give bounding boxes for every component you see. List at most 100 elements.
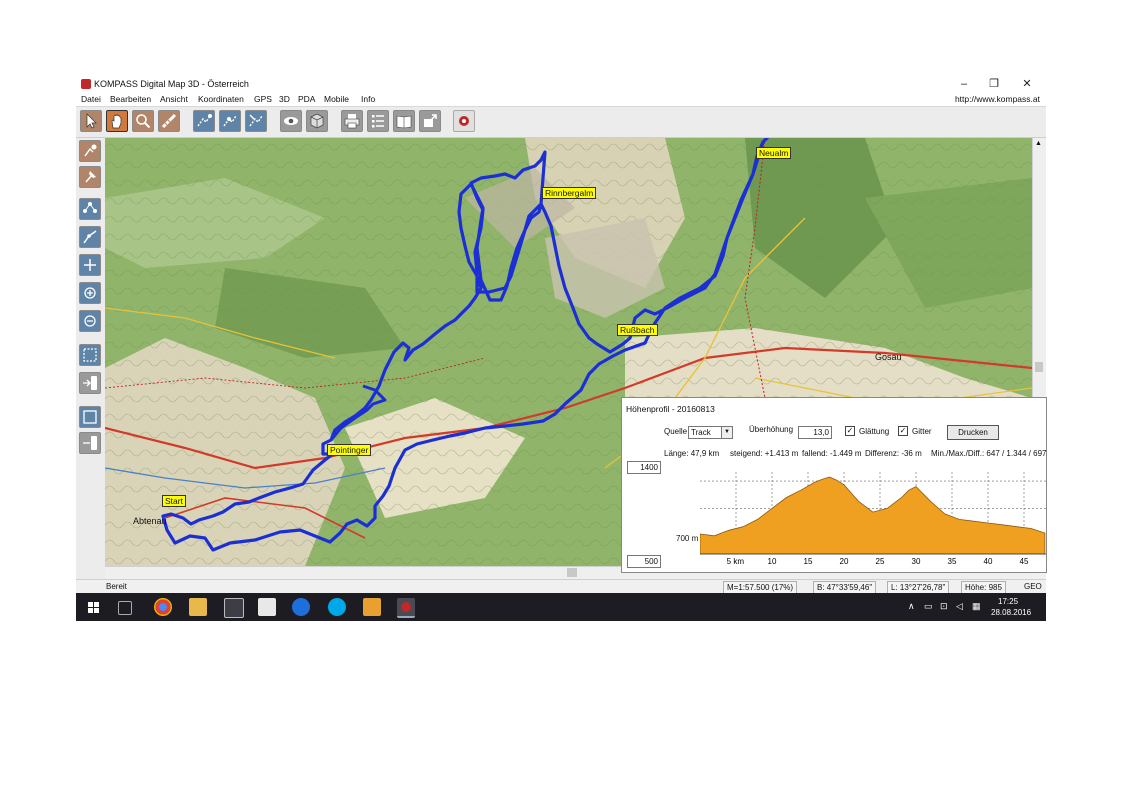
track-split-button[interactable]	[79, 254, 101, 276]
view-button[interactable]	[280, 110, 302, 132]
solitaire-icon[interactable]	[258, 598, 276, 616]
3d-view-button[interactable]	[306, 110, 328, 132]
stat-minmax: Min./Max./Diff.: 647 / 1.344 / 697	[931, 449, 1047, 458]
minimize-button[interactable]: –	[952, 77, 976, 91]
toolbar	[76, 107, 1046, 138]
status-bar: Bereit M=1:57.500 (17%) B: 47°33'59,46" …	[76, 579, 1046, 594]
menu-gps[interactable]: GPS	[254, 94, 272, 104]
place-abtenau: Abtenau	[133, 516, 167, 526]
route-icon	[197, 114, 212, 127]
menu-koordinaten[interactable]: Koordinaten	[198, 94, 244, 104]
store-icon[interactable]	[224, 598, 244, 618]
book-icon	[396, 115, 412, 129]
tray-device-icon[interactable]: ▭	[924, 601, 933, 612]
zoom-tool-button[interactable]	[132, 110, 154, 132]
menu-info[interactable]: Info	[361, 94, 375, 104]
internet-explorer-icon[interactable]	[292, 598, 310, 616]
menu-datei[interactable]: Datei	[81, 94, 101, 104]
y-max-input[interactable]: 1400	[627, 461, 661, 474]
x-tick-label: 15	[804, 557, 813, 566]
map-label-pointinger[interactable]: Pointinger	[327, 444, 372, 456]
stat-descent: fallend: -1.449 m	[802, 449, 862, 458]
route-delete-button[interactable]	[245, 110, 267, 132]
scroll-up-icon[interactable]: ▲	[1035, 140, 1042, 147]
pointer-tool-button[interactable]	[80, 110, 102, 132]
clock-date[interactable]: 28.08.2016	[991, 608, 1031, 617]
horizontal-scroll-thumb[interactable]	[567, 568, 577, 577]
tray-volume-icon[interactable]: ◁	[956, 601, 963, 612]
select-area-button[interactable]	[79, 344, 101, 366]
hand-tool-button[interactable]	[106, 110, 128, 132]
windows-start-icon[interactable]	[88, 602, 99, 613]
map-label-neualm[interactable]: Neualm	[756, 147, 792, 159]
pointer-icon	[86, 113, 97, 129]
menu-mobile[interactable]: Mobile	[324, 94, 349, 104]
menu-3d[interactable]: 3D	[279, 94, 290, 104]
device-export-icon	[83, 436, 97, 450]
y-min-input[interactable]: 500	[627, 555, 661, 568]
print-icon	[344, 114, 360, 129]
clock-time[interactable]: 17:25	[998, 597, 1018, 606]
list-button[interactable]	[367, 110, 389, 132]
export-icon	[424, 114, 437, 127]
kompass-taskbar-icon[interactable]	[397, 598, 415, 618]
hand-icon	[111, 114, 122, 129]
cube-3d-icon	[310, 113, 324, 129]
x-tick-label: 35	[948, 557, 957, 566]
map-label-russbach[interactable]: Rußbach	[617, 324, 658, 336]
device-transfer-button[interactable]	[79, 372, 101, 394]
chrome-icon[interactable]	[154, 598, 172, 616]
menu-pda[interactable]: PDA	[298, 94, 315, 104]
title-bar: KOMPASS Digital Map 3D - Österreich – ❐ …	[76, 76, 1046, 92]
measure-tool-button[interactable]	[158, 110, 180, 132]
elevation-chart[interactable]: 5 km 10 15 20 25 30 35 40 45	[700, 468, 1046, 568]
print-profile-button[interactable]: Drucken	[947, 425, 999, 440]
stat-difference: Differenz: -36 m	[865, 449, 922, 458]
x-tick-label: 20	[840, 557, 849, 566]
vertical-scroll-thumb[interactable]	[1035, 362, 1043, 372]
package-icon[interactable]	[363, 598, 381, 616]
device-export-button[interactable]	[79, 432, 101, 454]
add-waypoint-button[interactable]	[79, 140, 101, 162]
tray-keyboard-icon[interactable]: ▦	[972, 601, 981, 612]
menu-ansicht[interactable]: Ansicht	[160, 94, 188, 104]
tray-network-icon[interactable]: ⊡	[940, 601, 948, 612]
exaggeration-input[interactable]: 13,0	[798, 426, 832, 439]
coordinate-mode: GEO	[1024, 582, 1042, 591]
skype-icon[interactable]	[328, 598, 346, 616]
track-remove-icon	[84, 315, 96, 327]
kompass-url-link[interactable]: http://www.kompass.at	[955, 94, 1040, 104]
elevation-profile-window[interactable]: Höhenprofil - 20160813 Quelle Track ▼ Üb…	[621, 397, 1047, 573]
file-explorer-icon[interactable]	[189, 598, 207, 616]
windows-taskbar: ∧ ▭ ⊡ ◁ ▦ 17:25 28.08.2016	[76, 593, 1046, 621]
map-label-start[interactable]: Start	[162, 495, 186, 507]
compass-button[interactable]	[453, 110, 475, 132]
maximize-button[interactable]: ❐	[982, 77, 1006, 91]
menu-bearbeiten[interactable]: Bearbeiten	[110, 94, 151, 104]
pin-button[interactable]	[79, 166, 101, 188]
tray-arrow-icon[interactable]: ∧	[908, 601, 915, 612]
area-select-button[interactable]	[79, 406, 101, 428]
track-draw-button[interactable]	[79, 226, 101, 248]
place-gosau: Gosau	[875, 352, 902, 362]
stat-length: Länge: 47,9 km	[664, 449, 720, 458]
list-icon	[372, 115, 384, 128]
track-points-button[interactable]	[79, 198, 101, 220]
chevron-down-icon[interactable]: ▼	[721, 426, 733, 439]
export-button[interactable]	[419, 110, 441, 132]
grid-checkbox[interactable]: ✓	[898, 426, 908, 436]
book-button[interactable]	[393, 110, 415, 132]
track-remove-button[interactable]	[79, 310, 101, 332]
track-add-button[interactable]	[79, 282, 101, 304]
source-label: Quelle	[664, 427, 688, 436]
smoothing-checkbox[interactable]: ✓	[845, 426, 855, 436]
print-button[interactable]	[341, 110, 363, 132]
task-view-icon[interactable]	[118, 601, 132, 615]
close-button[interactable]: ✕	[1015, 77, 1039, 91]
x-tick-label: 45	[1020, 557, 1029, 566]
map-label-rinnbergalm[interactable]: Rinnbergalm	[542, 187, 597, 199]
route-edit-button[interactable]	[219, 110, 241, 132]
device-transfer-icon	[83, 376, 97, 390]
compass-icon	[459, 116, 469, 126]
route-tool-button[interactable]	[193, 110, 215, 132]
